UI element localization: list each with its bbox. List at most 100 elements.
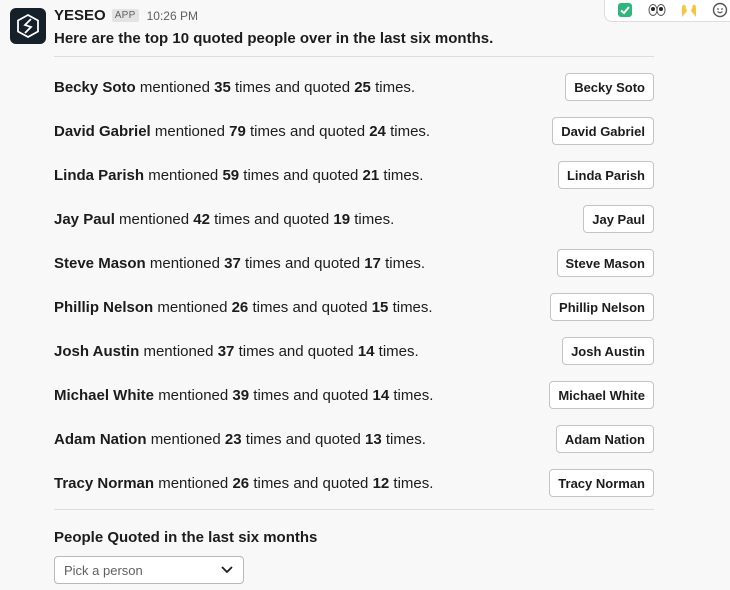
quote-count: 24: [369, 122, 386, 140]
phrase-mentioned: mentioned: [149, 254, 220, 272]
person-row-text: Michael White mentioned 39 times and quo…: [54, 387, 433, 404]
phrase-times-quoted: times and quoted: [243, 166, 359, 184]
person-button[interactable]: Jay Paul: [583, 205, 654, 233]
quote-count: 17: [364, 254, 381, 272]
phrase-times-end: times.: [393, 386, 434, 404]
person-name: Tracy Norman: [54, 474, 155, 492]
person-row-text: Josh Austin mentioned 37 times and quote…: [54, 343, 419, 360]
person-row-text: Phillip Nelson mentioned 26 times and qu…: [54, 299, 433, 316]
divider-top: [54, 56, 654, 57]
divider-bottom: [54, 509, 654, 510]
quote-count: 14: [357, 342, 375, 360]
phrase-mentioned: mentioned: [157, 298, 228, 316]
person-row: Tracy Norman mentioned 26 times and quot…: [54, 469, 654, 497]
app-avatar[interactable]: [10, 8, 46, 44]
reaction-toolbar: [604, 0, 730, 22]
person-row-text: David Gabriel mentioned 79 times and quo…: [54, 123, 430, 140]
mention-count: 23: [224, 430, 242, 448]
app-logo-icon: [17, 13, 39, 39]
person-button[interactable]: Phillip Nelson: [550, 293, 654, 321]
quote-count: 13: [365, 430, 382, 448]
person-button[interactable]: Tracy Norman: [549, 469, 654, 497]
quote-count: 19: [333, 210, 351, 228]
intro-text: Here are the top 10 quoted people over i…: [54, 30, 494, 47]
phrase-times-end: times.: [393, 474, 434, 492]
person-row-text: Linda Parish mentioned 59 times and quot…: [54, 167, 423, 184]
eyes-icon[interactable]: [647, 0, 667, 20]
person-button[interactable]: Becky Soto: [565, 73, 654, 101]
phrase-times-end: times.: [375, 78, 416, 96]
mention-count: 59: [222, 166, 240, 184]
phrase-times-end: times.: [385, 430, 426, 448]
person-name: Josh Austin: [54, 342, 140, 360]
person-name: Steve Mason: [54, 254, 146, 272]
mention-count: 42: [193, 210, 210, 228]
person-button[interactable]: Linda Parish: [557, 161, 654, 189]
person-select[interactable]: Pick a person: [54, 556, 244, 584]
person-row: Michael White mentioned 39 times and quo…: [54, 381, 654, 409]
phrase-times-end: times.: [392, 298, 433, 316]
app-badge: APP: [111, 9, 139, 22]
quote-count: 15: [371, 298, 389, 316]
mention-count: 37: [224, 254, 241, 272]
person-button[interactable]: Josh Austin: [562, 337, 654, 365]
phrase-mentioned: mentioned: [150, 430, 221, 448]
person-row-text: Becky Soto mentioned 35 times and quoted…: [54, 79, 415, 96]
person-row: Becky Soto mentioned 35 times and quoted…: [54, 73, 654, 101]
mention-count: 35: [214, 78, 231, 96]
phrase-mentioned: mentioned: [154, 122, 225, 140]
phrase-times-quoted: times and quoted: [244, 254, 361, 272]
mention-count: 37: [217, 342, 235, 360]
mention-count: 26: [232, 474, 250, 492]
check-mark-icon[interactable]: [615, 0, 635, 20]
person-button[interactable]: David Gabriel: [552, 117, 654, 145]
person-row: Jay Paul mentioned 42 times and quoted 1…: [54, 205, 654, 233]
phrase-times-quoted: times and quoted: [253, 386, 369, 404]
raised-hands-icon[interactable]: [679, 0, 699, 20]
quote-count: 25: [354, 78, 371, 96]
phrase-mentioned: mentioned: [139, 78, 210, 96]
phrase-times-end: times.: [378, 342, 419, 360]
phrase-mentioned: mentioned: [158, 474, 229, 492]
phrase-times-quoted: times and quoted: [238, 342, 354, 360]
add-reaction-icon[interactable]: [711, 0, 730, 20]
section-title: People Quoted in the last six months: [54, 529, 318, 546]
person-name: Adam Nation: [54, 430, 147, 448]
phrase-times-quoted: times and quoted: [252, 298, 368, 316]
quote-count: 12: [372, 474, 390, 492]
phrase-times-quoted: times and quoted: [234, 78, 351, 96]
person-row-text: Jay Paul mentioned 42 times and quoted 1…: [54, 211, 394, 228]
person-row-text: Steve Mason mentioned 37 times and quote…: [54, 255, 425, 272]
phrase-times-end: times.: [383, 166, 424, 184]
person-name: Linda Parish: [54, 166, 145, 184]
message-header: YESEO APP 10:26 PM: [54, 7, 198, 24]
person-row: Adam Nation mentioned 23 times and quote…: [54, 425, 654, 453]
person-name: Becky Soto: [54, 78, 136, 96]
person-name: Jay Paul: [54, 210, 115, 228]
person-row: Josh Austin mentioned 37 times and quote…: [54, 337, 654, 365]
mention-count: 79: [229, 122, 246, 140]
phrase-times-end: times.: [354, 210, 395, 228]
quote-count: 14: [372, 386, 390, 404]
person-row: Steve Mason mentioned 37 times and quote…: [54, 249, 654, 277]
phrase-mentioned: mentioned: [148, 166, 219, 184]
phrase-times-quoted: times and quoted: [253, 474, 369, 492]
person-name: Michael White: [54, 386, 155, 404]
quote-count: 21: [362, 166, 380, 184]
phrase-mentioned: mentioned: [119, 210, 190, 228]
person-row: David Gabriel mentioned 79 times and quo…: [54, 117, 654, 145]
person-button[interactable]: Adam Nation: [555, 425, 654, 453]
phrase-times-quoted: times and quoted: [214, 210, 330, 228]
person-button[interactable]: Steve Mason: [556, 249, 654, 277]
person-button[interactable]: Michael White: [549, 381, 654, 409]
phrase-times-quoted: times and quoted: [245, 430, 361, 448]
person-row: Phillip Nelson mentioned 26 times and qu…: [54, 293, 654, 321]
person-name: Phillip Nelson: [54, 298, 154, 316]
mention-count: 26: [231, 298, 249, 316]
message-timestamp[interactable]: 10:26 PM: [147, 9, 198, 23]
phrase-times-end: times.: [390, 122, 431, 140]
person-row: Linda Parish mentioned 59 times and quot…: [54, 161, 654, 189]
phrase-mentioned: mentioned: [158, 386, 229, 404]
app-name[interactable]: YESEO: [54, 7, 106, 24]
phrase-times-end: times.: [385, 254, 426, 272]
